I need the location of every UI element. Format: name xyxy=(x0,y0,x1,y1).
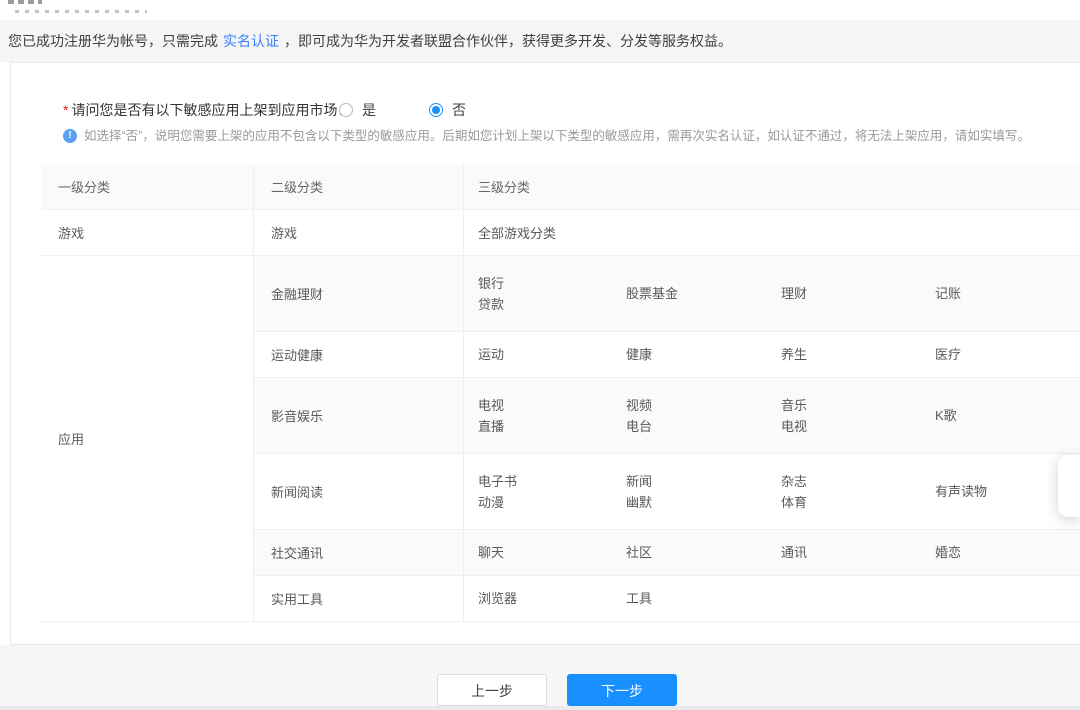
cell-level3: 电视 直播 视频 电台 音乐 电视 K歌 xyxy=(478,397,957,434)
header-level2: 二级分类 xyxy=(254,164,464,209)
sensitive-category-table: 一级分类 二级分类 三级分类 游戏 游戏 全部游戏分类 应用 金融理财 银行 贷款… xyxy=(41,164,1080,622)
radio-selected-dot xyxy=(432,106,440,114)
radio-yes-icon[interactable] xyxy=(339,103,353,117)
cell-level2: 金融理财 xyxy=(254,256,464,331)
footer-strip xyxy=(0,706,1080,710)
radio-no-label: 否 xyxy=(452,102,466,118)
table-row-social: 社交通讯 聊天 社区 通讯 婚恋 xyxy=(254,529,1080,575)
cell-game-level1: 游戏 xyxy=(41,210,254,255)
radio-option-no[interactable]: 否 xyxy=(429,100,466,120)
banner-text-before: 您已成功注册华为帐号，只需完成 xyxy=(8,33,218,49)
cell-game-level2: 游戏 xyxy=(254,210,464,255)
header-level1: 一级分类 xyxy=(41,164,254,209)
next-step-button[interactable]: 下一步 xyxy=(567,674,677,706)
cell-level2: 影音娱乐 xyxy=(254,378,464,453)
clipped-heading-remnant xyxy=(8,0,42,4)
sensitive-app-form-card: * 请问您是否有以下敏感应用上架到应用市场： 是 否 ! 如选择“否”，说明您需要… xyxy=(10,62,1080,645)
radio-option-yes[interactable]: 是 xyxy=(339,100,376,120)
question-tip-row: ! 如选择“否”，说明您需要上架的应用不包含以下类型的敏感应用。后期如您计划上架… xyxy=(63,127,1080,145)
cell-level3: 聊天 社区 通讯 婚恋 xyxy=(478,545,962,560)
cell-level3: 银行 贷款 股票基金 理财 记账 xyxy=(478,275,962,312)
cell-level2: 社交通讯 xyxy=(254,530,464,575)
question-tip-text: 如选择“否”，说明您需要上架的应用不包含以下类型的敏感应用。后期如您计划上架以下… xyxy=(84,129,1030,143)
cell-level3: 电子书 动漫 新闻 幽默 杂志 体育 有声读物 xyxy=(478,473,988,510)
table-row-tools: 实用工具 浏览器 工具 xyxy=(254,575,1080,621)
clipped-subtext-remnant xyxy=(15,10,147,13)
table-header-row: 一级分类 二级分类 三级分类 xyxy=(41,164,1080,209)
cell-level3: 浏览器 工具 xyxy=(478,591,653,606)
table-row-health: 运动健康 运动 健康 养生 医疗 xyxy=(254,331,1080,377)
cell-app-level1: 应用 xyxy=(41,256,254,621)
realname-verification-link[interactable]: 实名认证 xyxy=(223,31,279,51)
table-row-media: 影音娱乐 电视 直播 视频 电台 音乐 电视 K歌 xyxy=(254,377,1080,453)
radio-no-icon[interactable] xyxy=(429,103,443,117)
previous-step-button[interactable]: 上一步 xyxy=(437,674,547,706)
radio-yes-label: 是 xyxy=(362,102,376,118)
table-row-finance: 金融理财 银行 贷款 股票基金 理财 记账 xyxy=(254,256,1080,331)
cell-level2: 实用工具 xyxy=(254,576,464,621)
table-group-app: 应用 金融理财 银行 贷款 股票基金 理财 记账 运动健康 运动 健康 养生 医… xyxy=(41,255,1080,621)
cell-level3: 运动 健康 养生 医疗 xyxy=(478,347,962,362)
question-label: 请问您是否有以下敏感应用上架到应用市场： xyxy=(71,102,352,118)
app-subrows: 金融理财 银行 贷款 股票基金 理财 记账 运动健康 运动 健康 养生 医疗 影… xyxy=(254,256,1080,621)
cell-level2: 运动健康 xyxy=(254,332,464,377)
required-asterisk: * xyxy=(63,102,69,118)
cell-game-level3: 全部游戏分类 xyxy=(478,226,557,241)
header-level3: 三级分类 xyxy=(478,180,531,195)
banner-text-after: ，即可成为华为开发者联盟合作伙伴，获得更多开发、分发等服务权益。 xyxy=(284,33,732,49)
cell-level2: 新闻阅读 xyxy=(254,454,464,529)
info-icon: ! xyxy=(63,129,77,143)
table-row-news: 新闻阅读 电子书 动漫 新闻 幽默 杂志 体育 有声读物 xyxy=(254,453,1080,529)
floating-assistant-widget[interactable] xyxy=(1058,455,1080,517)
sensitive-app-question-row: * 请问您是否有以下敏感应用上架到应用市场： 是 否 xyxy=(63,100,1080,122)
table-row-game: 游戏 游戏 全部游戏分类 xyxy=(41,209,1080,255)
registration-success-banner: 您已成功注册华为帐号，只需完成 实名认证 ，即可成为华为开发者联盟合作伙伴，获得… xyxy=(0,20,1080,62)
